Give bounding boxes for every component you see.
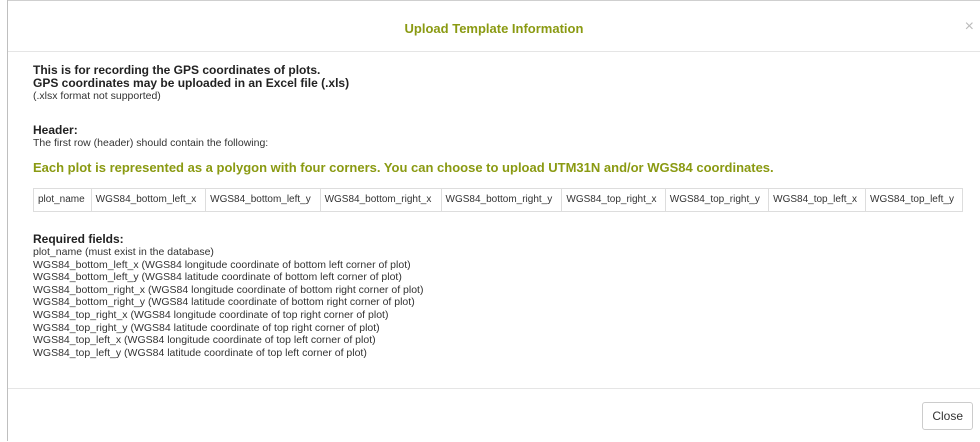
column-cell: WGS84_top_right_y: [664, 188, 770, 212]
list-item: WGS84_top_right_x (WGS84 longitude coord…: [33, 308, 389, 321]
header-columns-table: plot_name WGS84_bottom_left_x WGS84_bott…: [33, 188, 963, 212]
list-item: WGS84_bottom_left_y (WGS84 latitude coor…: [33, 271, 402, 284]
list-item: WGS84_bottom_right_x (WGS84 longitude co…: [33, 283, 424, 296]
column-cell: WGS84_top_right_x: [561, 188, 666, 212]
format-note: (.xlsx format not supported): [33, 90, 161, 102]
modal-footer: Close: [8, 388, 980, 442]
required-fields-title: Required fields:: [33, 232, 124, 246]
polygon-info-highlight: Each plot is represented as a polygon wi…: [33, 160, 774, 175]
column-cell: WGS84_top_left_x: [768, 188, 867, 212]
list-item: plot_name (must exist in the database): [33, 246, 214, 258]
column-cell: WGS84_bottom_left_x: [90, 188, 207, 212]
upload-template-info-modal: Upload Template Information × This is fo…: [8, 0, 980, 441]
list-item: WGS84_bottom_right_y (WGS84 latitude coo…: [33, 296, 415, 309]
close-button[interactable]: Close: [922, 402, 973, 430]
close-icon[interactable]: ×: [965, 19, 974, 35]
list-item: WGS84_bottom_left_x (WGS84 longitude coo…: [33, 258, 411, 271]
table-row: plot_name WGS84_bottom_left_x WGS84_bott…: [33, 188, 963, 212]
header-section-description: The first row (header) should contain th…: [33, 137, 269, 149]
intro-line-2: GPS coordinates may be uploaded in an Ex…: [33, 76, 350, 90]
required-fields-list: plot_name (must exist in the database) W…: [33, 246, 973, 359]
column-cell: plot_name: [33, 188, 92, 212]
list-item: WGS84_top_left_y (WGS84 latitude coordin…: [33, 346, 367, 359]
modal-body: This is for recording the GPS coordinate…: [33, 64, 973, 359]
modal-header: Upload Template Information ×: [8, 1, 980, 52]
column-cell: WGS84_bottom_right_y: [440, 188, 563, 212]
column-cell: WGS84_top_left_y: [865, 188, 963, 212]
header-section-title: Header:: [33, 123, 78, 137]
background-page-edge: [0, 0, 8, 441]
list-item: WGS84_top_right_y (WGS84 latitude coordi…: [33, 321, 380, 334]
column-cell: WGS84_bottom_left_y: [205, 188, 321, 212]
modal-title: Upload Template Information: [404, 21, 584, 36]
list-item: WGS84_top_left_x (WGS84 longitude coordi…: [33, 334, 376, 347]
column-cell: WGS84_bottom_right_x: [319, 188, 442, 212]
